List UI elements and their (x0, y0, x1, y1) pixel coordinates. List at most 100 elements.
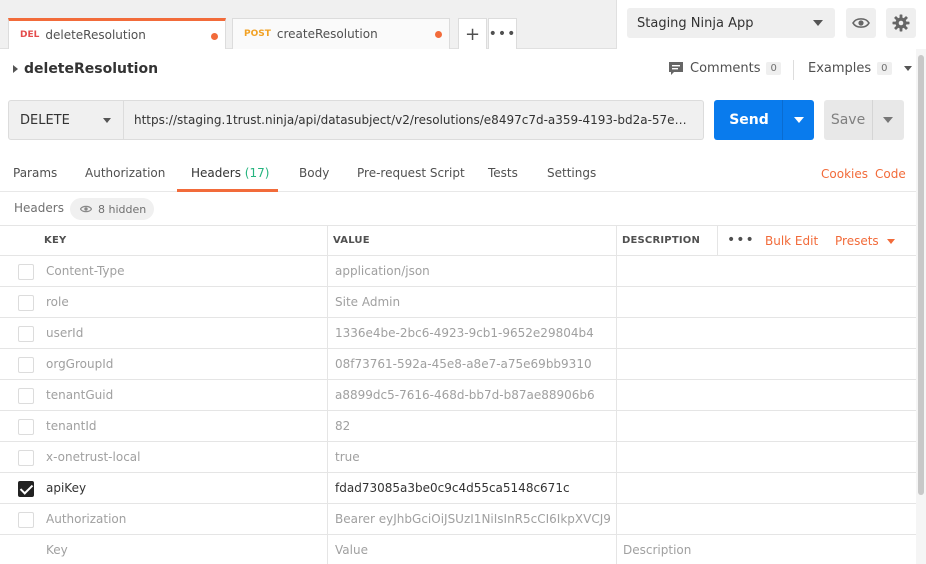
unsaved-dot-icon (435, 31, 442, 38)
header-key[interactable]: x-onetrust-local (46, 450, 321, 464)
environment-area: Staging Ninja App (616, 0, 926, 49)
save-dropdown-chevron-icon[interactable] (883, 117, 893, 123)
header-key[interactable]: tenantGuid (46, 388, 321, 402)
header-value[interactable]: application/json (335, 264, 611, 278)
gear-icon (892, 14, 910, 32)
row-enable-checkbox[interactable] (18, 388, 34, 404)
chevron-down-icon (103, 118, 111, 123)
tab-label: createResolution (276, 27, 378, 41)
environment-select-label: Staging Ninja App (637, 15, 754, 31)
tab-params[interactable]: Params (13, 166, 57, 180)
presets-dropdown[interactable]: Presets (835, 234, 895, 248)
header-value[interactable]: fdad73085a3be0c9c4d55ca5148c671c (335, 481, 611, 495)
request-subtabs: Params Authorization Headers (17) Body P… (0, 155, 916, 192)
divider (782, 100, 783, 140)
request-tab-create-resolution[interactable]: POST createResolution (232, 18, 450, 49)
header-value[interactable]: Site Admin (335, 295, 611, 309)
examples-label: Examples (808, 61, 872, 76)
row-enable-checkbox[interactable] (18, 326, 34, 342)
new-tab-button[interactable]: + (458, 18, 487, 49)
row-enable-checkbox[interactable] (18, 295, 34, 311)
send-dropdown-chevron-icon[interactable] (794, 117, 804, 123)
send-button[interactable]: Send (714, 100, 814, 140)
row-enable-checkbox[interactable] (18, 512, 34, 528)
tab-body[interactable]: Body (299, 166, 329, 180)
row-enable-checkbox[interactable] (18, 264, 34, 280)
new-value-input[interactable]: Value (335, 543, 611, 557)
column-header-key: KEY (44, 235, 67, 246)
hidden-headers-toggle[interactable]: 8 hidden (70, 198, 154, 220)
header-key[interactable]: userId (46, 326, 321, 340)
header-value[interactable]: 82 (335, 419, 611, 433)
row-enable-checkbox[interactable] (18, 450, 34, 466)
presets-label: Presets (835, 234, 879, 248)
new-key-input[interactable]: Key (46, 543, 321, 557)
table-row: x-onetrust-local true (0, 442, 916, 473)
comments-count-badge: 0 (766, 62, 781, 75)
column-options-icon[interactable]: ••• (727, 232, 755, 248)
eye-icon (80, 205, 92, 213)
header-key[interactable]: tenantId (46, 419, 321, 433)
url-text: https://staging.1trust.ninja/api/datasub… (134, 113, 694, 127)
send-label: Send (729, 112, 769, 128)
cookies-link[interactable]: Cookies (821, 167, 868, 181)
comments-button[interactable]: Comments 0 (668, 61, 781, 76)
examples-button[interactable]: Examples 0 (808, 61, 912, 76)
tab-headers-label: Headers (191, 166, 241, 180)
table-row: orgGroupId 08f73761-592a-45e8-a8e7-a75e69… (0, 349, 916, 380)
header-value[interactable]: true (335, 450, 611, 464)
headers-section-label: Headers (14, 201, 64, 215)
eye-icon (852, 18, 870, 28)
header-value[interactable]: a8899dc5-7616-468d-bb7d-b87ae88906b6 (335, 388, 611, 402)
caret-right-icon[interactable] (13, 65, 18, 73)
header-key[interactable]: Authorization (46, 512, 321, 526)
code-link[interactable]: Code (875, 167, 906, 181)
environment-select[interactable]: Staging Ninja App (627, 8, 835, 38)
hidden-headers-count: 8 hidden (98, 202, 147, 216)
header-key[interactable]: apiKey (46, 481, 321, 495)
manage-environments-button[interactable] (886, 8, 916, 38)
tab-settings[interactable]: Settings (547, 166, 596, 180)
tab-more-button[interactable]: ••• (488, 18, 517, 49)
url-input[interactable]: https://staging.1trust.ninja/api/datasub… (124, 100, 704, 140)
request-title-row: deleteResolution Comments 0 Examples 0 (0, 50, 916, 90)
tab-headers[interactable]: Headers (17) (191, 166, 269, 180)
header-key[interactable]: orgGroupId (46, 357, 321, 371)
tab-tests[interactable]: Tests (488, 166, 518, 180)
table-row-new: Key Value Description (0, 535, 916, 564)
save-button[interactable]: Save (824, 100, 904, 140)
environment-quick-look-button[interactable] (846, 8, 876, 38)
divider (793, 60, 794, 80)
tab-method-badge: POST (244, 29, 271, 39)
header-key[interactable]: role (46, 295, 321, 309)
new-description-input[interactable]: Description (623, 543, 903, 557)
tab-bar: DEL deleteResolution POST createResoluti… (0, 0, 926, 49)
request-tab-delete-resolution[interactable]: DEL deleteResolution (8, 18, 226, 49)
header-value[interactable]: Bearer eyJhbGciOiJSUzI1NiIsInR5cCI6IkpXV… (335, 512, 611, 526)
tab-label: deleteResolution (45, 28, 146, 42)
column-divider (616, 225, 617, 564)
tab-method-badge: DEL (20, 30, 40, 40)
save-label: Save (830, 112, 866, 128)
request-name[interactable]: deleteResolution (24, 61, 158, 77)
tab-authorization[interactable]: Authorization (85, 166, 165, 180)
chevron-down-icon (903, 66, 912, 71)
row-enable-checkbox[interactable] (18, 357, 34, 373)
scrollbar[interactable] (916, 49, 926, 564)
header-value[interactable]: 1336e4be-2bc6-4923-9cb1-9652e29804b4 (335, 326, 611, 340)
header-key[interactable]: Content-Type (46, 264, 321, 278)
tab-pre-request-script[interactable]: Pre-request Script (357, 166, 465, 180)
row-enable-checkbox[interactable] (18, 481, 34, 497)
row-enable-checkbox[interactable] (18, 419, 34, 435)
chevron-down-icon (813, 20, 823, 26)
scrollbar-thumb[interactable] (918, 55, 924, 495)
http-method-select[interactable]: DELETE (8, 100, 124, 140)
divider (872, 100, 873, 140)
headers-table: KEY VALUE DESCRIPTION ••• Bulk Edit Pres… (0, 225, 916, 564)
comment-icon (669, 62, 683, 75)
bulk-edit-link[interactable]: Bulk Edit (765, 234, 818, 248)
header-value[interactable]: 08f73761-592a-45e8-a8e7-a75e69bb9310 (335, 357, 611, 371)
comments-label: Comments (690, 61, 761, 76)
column-header-description: DESCRIPTION (622, 235, 701, 246)
table-row: apiKey fdad73085a3be0c9c4d55ca5148c671c (0, 473, 916, 504)
